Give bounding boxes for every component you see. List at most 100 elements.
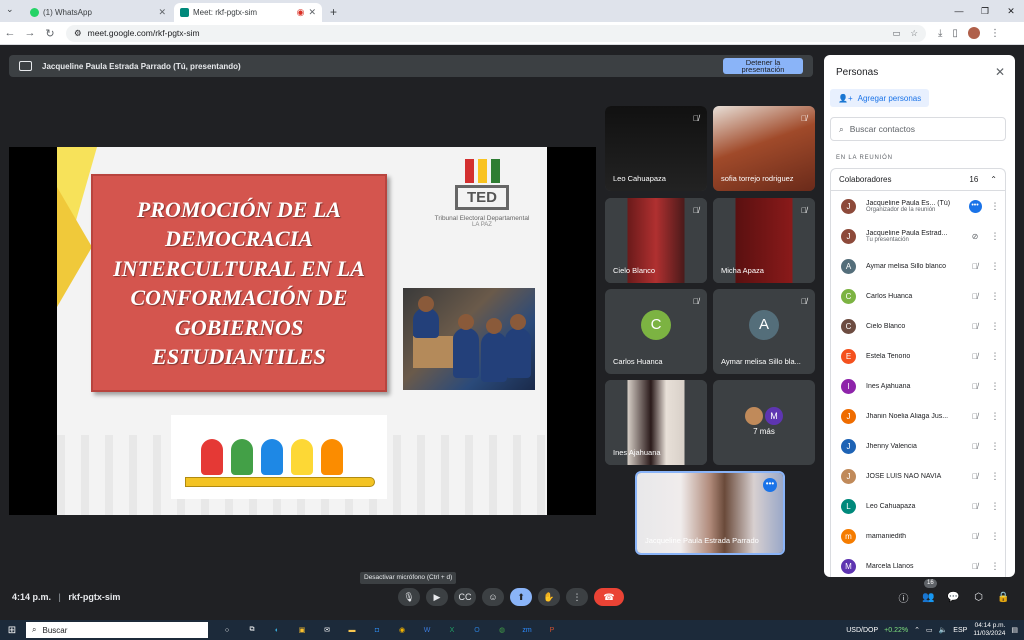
activities-button[interactable]: ⬡	[969, 588, 988, 606]
tab-meet[interactable]: Meet: rkf-pgtx-sim ◉ ✕	[174, 3, 322, 22]
more-options-icon[interactable]: •••	[968, 199, 982, 213]
clock[interactable]: 04:14 p.m. 11/03/2024	[973, 622, 1005, 638]
url-input[interactable]: ⚙ meet.google.com/rkf-pgtx-sim ▭ ☆	[66, 24, 926, 42]
outlook-icon[interactable]: ◘	[366, 622, 388, 638]
chevron-up-icon[interactable]: ⌃	[990, 175, 997, 184]
reload-icon[interactable]: ↻	[40, 27, 60, 40]
close-icon[interactable]: ✕	[995, 65, 1005, 79]
more-vert-icon[interactable]: ⋮	[988, 411, 1002, 422]
stop-presenting-button[interactable]: Detener la presentación	[723, 58, 803, 74]
site-info-icon[interactable]: ⚙	[74, 28, 82, 39]
side-panel-icon[interactable]: ▯	[952, 28, 958, 39]
self-view-tile[interactable]: ••• Jacqueline Paula Estrada Parrado	[635, 471, 785, 555]
people-button[interactable]: 👥 16	[919, 579, 938, 606]
more-vert-icon[interactable]: ⋮	[988, 201, 1002, 212]
participant-tile[interactable]: Ines Ajahuana	[605, 380, 707, 465]
collaborators-header[interactable]: Colaboradores 16 ⌃	[831, 169, 1005, 191]
more-vert-icon[interactable]: ⋮	[988, 531, 1002, 542]
chrome-icon[interactable]: ◉	[391, 622, 413, 638]
more-vert-icon[interactable]: ⋮	[988, 381, 1002, 392]
mail-icon[interactable]: ✉	[316, 622, 338, 638]
info-button[interactable]: ⓘ	[894, 588, 913, 606]
download-icon[interactable]: ⤓	[938, 28, 942, 39]
participant-row[interactable]: E Estela Tenorio 🎙̸ ⋮	[831, 341, 1005, 371]
mic-button[interactable]: 🎙	[398, 588, 420, 606]
more-vert-icon[interactable]: ⋮	[988, 471, 1002, 482]
more-vert-icon[interactable]: ⋮	[988, 561, 1002, 572]
outlook-classic-icon[interactable]: O	[466, 622, 488, 638]
mic-off-icon[interactable]: 🎙̸	[968, 532, 982, 541]
minimize-icon[interactable]: —	[946, 6, 972, 16]
menu-dots-icon[interactable]: ⋮	[990, 28, 1000, 39]
stop-presenting-icon[interactable]: ⊘	[968, 232, 982, 241]
tray-chevron-icon[interactable]: ⌃	[914, 626, 920, 634]
excel-icon[interactable]: X	[441, 622, 463, 638]
chat-button[interactable]: 💬	[944, 588, 963, 606]
participant-row[interactable]: C Carlos Huanca 🎙̸ ⋮	[831, 281, 1005, 311]
participant-tile[interactable]: 🎙̸ C Carlos Huanca	[605, 289, 707, 374]
mic-off-icon[interactable]: 🎙̸	[968, 412, 982, 421]
camera-icon[interactable]: ▭	[892, 28, 900, 39]
emoji-button[interactable]: ☺	[482, 588, 504, 606]
volume-icon[interactable]: 🔈	[939, 626, 948, 634]
participant-tile[interactable]: 🎙̸ Cielo Blanco	[605, 198, 707, 283]
more-options-icon[interactable]: •••	[763, 478, 777, 492]
participant-tile[interactable]: 🎙̸ Micha Apaza	[713, 198, 815, 283]
host-controls-button[interactable]: 🔒	[994, 588, 1013, 606]
language-label[interactable]: ESP	[953, 627, 967, 634]
more-vert-icon[interactable]: ⋮	[988, 261, 1002, 272]
participant-row[interactable]: m mamaniedith 🎙̸ ⋮	[831, 521, 1005, 551]
participant-row[interactable]: J Jhenny Valencia 🎙̸ ⋮	[831, 431, 1005, 461]
word-icon[interactable]: W	[416, 622, 438, 638]
mic-off-icon[interactable]: 🎙̸	[968, 322, 982, 331]
mic-off-icon[interactable]: 🎙̸	[968, 472, 982, 481]
store-icon[interactable]: ▣	[291, 622, 313, 638]
participant-row[interactable]: M Marcela Llanos 🎙̸ ⋮	[831, 551, 1005, 577]
edge-icon[interactable]: ◐	[266, 622, 288, 638]
forward-icon[interactable]: →	[20, 27, 40, 39]
notifications-icon[interactable]: ▤	[1011, 626, 1018, 634]
captions-button[interactable]: CC	[454, 588, 476, 606]
mic-off-icon[interactable]: 🎙̸	[968, 352, 982, 361]
mic-off-icon[interactable]: 🎙̸	[968, 292, 982, 301]
more-vert-icon[interactable]: ⋮	[988, 231, 1002, 242]
mic-off-icon[interactable]: 🎙̸	[968, 562, 982, 571]
more-options-button[interactable]: ⋮	[566, 588, 588, 606]
bookmark-star-icon[interactable]: ☆	[910, 28, 918, 39]
back-icon[interactable]: ←	[0, 27, 20, 39]
participant-row[interactable]: C Cielo Blanco 🎙̸ ⋮	[831, 311, 1005, 341]
add-people-button[interactable]: 👤+ Agregar personas	[830, 89, 930, 107]
mic-off-icon[interactable]: 🎙̸	[968, 502, 982, 511]
camera-button[interactable]: ▶	[426, 588, 448, 606]
mic-off-icon[interactable]: 🎙̸	[968, 382, 982, 391]
restore-icon[interactable]: ❐	[972, 6, 998, 17]
new-tab-icon[interactable]: +	[322, 5, 345, 22]
mic-off-icon[interactable]: 🎙̸	[968, 442, 982, 451]
raise-hand-button[interactable]: ✋	[538, 588, 560, 606]
tab-list-chevron-icon[interactable]: ⌄	[6, 4, 14, 15]
windows-start-icon[interactable]: ⊞	[0, 625, 24, 636]
present-button[interactable]: ⬆	[510, 588, 532, 606]
participant-tile[interactable]: 🎙̸ sofia torrejo rodriguez	[713, 106, 815, 191]
more-vert-icon[interactable]: ⋮	[988, 291, 1002, 302]
more-vert-icon[interactable]: ⋮	[988, 321, 1002, 332]
close-window-icon[interactable]: ✕	[998, 6, 1024, 17]
task-view-icon[interactable]: ⧉	[241, 622, 263, 638]
more-vert-icon[interactable]: ⋮	[988, 351, 1002, 362]
folder-icon[interactable]: ▬	[341, 622, 363, 638]
tab-whatsapp[interactable]: (1) WhatsApp ✕	[24, 3, 172, 22]
participant-row[interactable]: A Aymar melisa Sillo blanco 🎙̸ ⋮	[831, 251, 1005, 281]
zoom-icon[interactable]: zm	[516, 622, 538, 638]
profile-avatar[interactable]	[967, 27, 980, 39]
more-vert-icon[interactable]: ⋮	[988, 501, 1002, 512]
participant-tile[interactable]: 🎙̸ A Aymar melisa Sillo bla...	[713, 289, 815, 374]
sync-icon[interactable]: ◍	[491, 622, 513, 638]
participant-row[interactable]: J JOSE LUIS NAO NAVIA 🎙̸ ⋮	[831, 461, 1005, 491]
search-contacts-input[interactable]: ⌕ Buscar contactos	[830, 117, 1006, 141]
more-participants-tile[interactable]: M 7 más	[713, 380, 815, 465]
powerpoint-icon[interactable]: P	[541, 622, 563, 638]
participant-row[interactable]: I Ines Ajahuana 🎙̸ ⋮	[831, 371, 1005, 401]
network-icon[interactable]: ▭	[926, 626, 933, 634]
participant-row[interactable]: L Leo Cahuapaza 🎙̸ ⋮	[831, 491, 1005, 521]
participant-row[interactable]: J Jhanin Noelia Aliaga Jus... 🎙̸ ⋮	[831, 401, 1005, 431]
